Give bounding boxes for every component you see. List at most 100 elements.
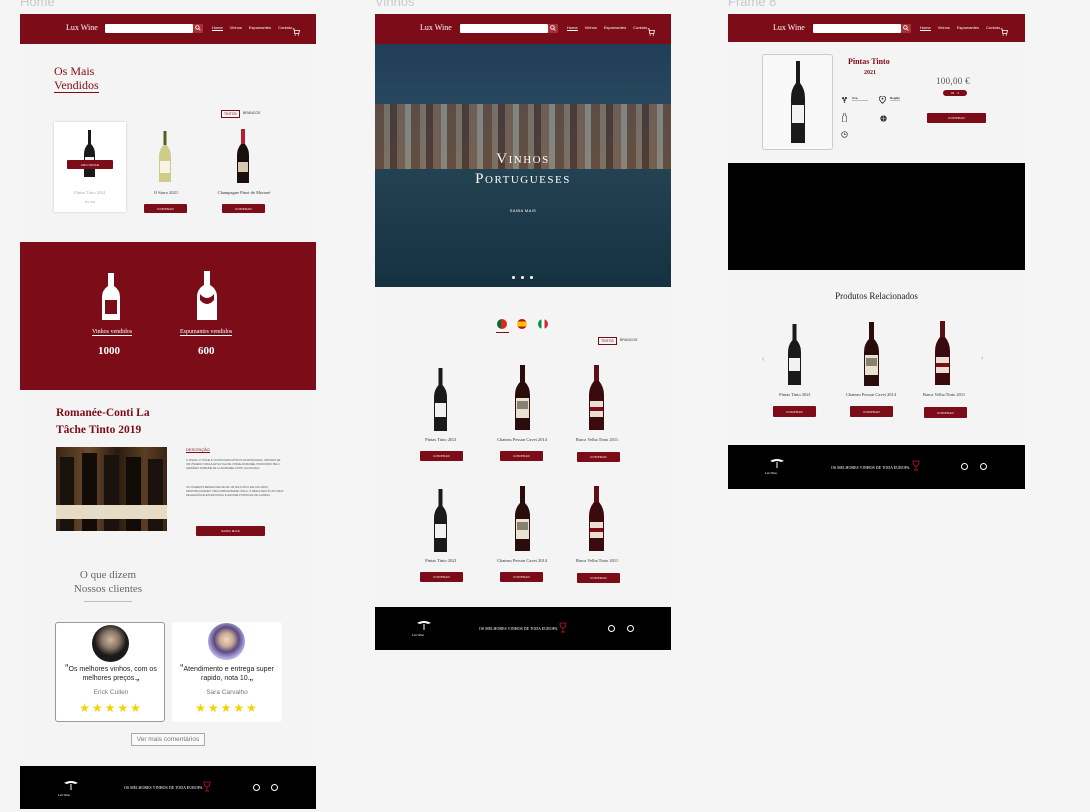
stat-value: 1000 — [98, 345, 120, 357]
clock-icon — [841, 131, 848, 138]
cart-icon[interactable] — [647, 23, 655, 41]
wine-bottle-image — [589, 486, 604, 551]
logo[interactable]: Lux Wine — [420, 23, 452, 32]
footer-tagline: OS MELHORES VINHOS DE TODA EUROPA. — [831, 465, 911, 470]
wine-glass-icon — [559, 622, 567, 633]
whatsapp-icon[interactable] — [271, 784, 278, 791]
buy-button[interactable]: COMPRAR — [420, 572, 463, 582]
bottle-icon — [842, 113, 847, 122]
search-input[interactable] — [460, 24, 548, 33]
product-name: O Sarro 2021 — [153, 190, 179, 195]
instagram-icon[interactable] — [253, 784, 260, 791]
footer-logo: Lux Wine — [412, 633, 424, 637]
nav-link-contato[interactable]: Contato — [986, 25, 1000, 31]
nav-link-contato[interactable]: Contato — [278, 25, 292, 31]
search-icon — [195, 25, 201, 31]
toggle-brancos[interactable]: BRANCOS — [618, 337, 639, 343]
carousel-dot[interactable] — [530, 276, 533, 279]
vinhos-frame: Lux Wine Home Vinhos Espumantes Contato … — [375, 14, 671, 650]
footer-tagline: OS MELHORES VINHOS DE TODA EUROPA. — [479, 626, 559, 631]
search-button[interactable] — [901, 24, 911, 33]
instagram-icon[interactable] — [608, 625, 615, 632]
nav-link-home[interactable]: Home — [567, 25, 578, 31]
buy-button[interactable]: COMPRAR — [924, 407, 967, 418]
instagram-icon[interactable] — [961, 463, 968, 470]
product-name: Chateau Pesson Cavet 2014 — [845, 392, 897, 397]
buy-button[interactable]: COMPRAR — [500, 451, 543, 461]
buy-button[interactable]: COMPRAR — [773, 406, 816, 417]
product-name: Barca Velha Tinto 2011 — [575, 558, 619, 563]
buy-button[interactable]: COMPRAR — [500, 572, 543, 582]
more-comments-button[interactable]: Ver mais comentários — [131, 733, 205, 746]
review-card: “Os melhores vinhos, com os melhores pre… — [55, 622, 165, 722]
nav-link-vinhos[interactable]: Vinhos — [585, 25, 597, 31]
nav-links: Home Vinhos Espumantes Contato — [567, 25, 647, 31]
wine-bottle-image — [434, 489, 447, 552]
nav-link-espumantes[interactable]: Espumantes — [957, 25, 979, 31]
white-wine-bottle-image — [159, 131, 171, 182]
description-text: O VINHO LA TÂCHE É UM DOS MAIS MÍTICOS D… — [186, 459, 281, 470]
product-year: 2021 — [864, 70, 876, 76]
search-icon — [550, 25, 556, 31]
nav-link-contato[interactable]: Contato — [633, 25, 647, 31]
italy-flag-icon[interactable] — [538, 319, 548, 329]
toggle-tintos[interactable]: TINTOS — [221, 110, 240, 118]
carousel-dot[interactable] — [521, 276, 524, 279]
search-icon — [903, 25, 909, 31]
nav-link-espumantes[interactable]: Espumantes — [604, 25, 626, 31]
toggle-brancos[interactable]: BRANCOS — [241, 110, 262, 116]
nav-link-vinhos[interactable]: Vinhos — [938, 25, 950, 31]
product-detail-frame: Lux Wine Home Vinhos Espumantes Contato … — [728, 14, 1025, 489]
wine-bottle-image — [788, 324, 801, 385]
product-name: Chateau Pesson Cavet 2014 — [496, 437, 548, 442]
nav-link-home[interactable]: Home — [212, 25, 223, 31]
whatsapp-icon[interactable] — [980, 463, 987, 470]
logo[interactable]: Lux Wine — [773, 23, 805, 32]
buy-button[interactable]: COMPRAR — [222, 204, 265, 213]
portugal-flag-icon[interactable] — [497, 319, 507, 329]
search-button[interactable] — [548, 24, 558, 33]
product-image-card — [762, 54, 833, 150]
location-pin-icon — [879, 96, 886, 104]
spain-flag-icon[interactable] — [517, 319, 527, 329]
nav-links: Home Vinhos Espumantes Contato — [212, 25, 292, 31]
add-to-cart-button[interactable]: ADICIONAR — [67, 160, 113, 169]
stats-section: Vinhos vendidos 1000 Espumantes vendidos… — [20, 242, 316, 390]
toggle-tintos[interactable]: TINTOS — [598, 337, 617, 345]
product-card[interactable]: ADICIONAR Pintas Tinto 2021 R$ 289 — [54, 122, 126, 212]
carousel-next-icon[interactable]: › — [981, 355, 983, 362]
quantity-stepper[interactable]: 01 ▾ — [943, 90, 967, 96]
wine-bottle-image — [864, 322, 879, 386]
whatsapp-icon[interactable] — [627, 625, 634, 632]
nav-link-espumantes[interactable]: Espumantes — [249, 25, 271, 31]
learn-more-button[interactable]: SAIBA MAIS — [196, 526, 265, 536]
product-name: Pintas Tinto 2021 — [425, 437, 457, 442]
buy-button[interactable]: COMPRAR — [927, 113, 986, 123]
buy-button[interactable]: COMPRAR — [850, 406, 893, 417]
buy-button[interactable]: COMPRAR — [577, 452, 620, 462]
cart-icon[interactable] — [292, 23, 300, 41]
divider — [84, 601, 132, 602]
product-title: Pintas Tinto — [848, 57, 890, 66]
footer: Lux Wine OS MELHORES VINHOS DE TODA EURO… — [375, 607, 671, 650]
cart-icon[interactable] — [1000, 23, 1008, 41]
carousel-dot[interactable] — [512, 276, 515, 279]
buy-button[interactable]: COMPRAR — [420, 451, 463, 461]
search-button[interactable] — [193, 24, 203, 33]
buy-button[interactable]: COMPRAR — [144, 204, 187, 213]
review-card: “Atendimento e entrega super rapido, not… — [172, 622, 282, 722]
logo[interactable]: Lux Wine — [66, 23, 98, 32]
wine-glass-icon — [203, 781, 211, 792]
nav-link-vinhos[interactable]: Vinhos — [230, 25, 242, 31]
nav-link-home[interactable]: Home — [920, 25, 931, 31]
logo-icon — [64, 781, 78, 790]
stat-label: Espumantes vendidos — [180, 329, 233, 336]
product-name: Champagne Pinot de Moroné — [217, 190, 271, 195]
hero-link[interactable]: SAIBA MAIS — [375, 208, 671, 213]
search-input[interactable] — [813, 24, 901, 33]
wine-bottle-image — [515, 365, 530, 430]
buy-button[interactable]: COMPRAR — [577, 573, 620, 583]
product-name: Chateau Pesson Cavet 2014 — [496, 558, 548, 563]
carousel-prev-icon[interactable]: ‹ — [762, 356, 764, 363]
search-input[interactable] — [105, 24, 193, 33]
